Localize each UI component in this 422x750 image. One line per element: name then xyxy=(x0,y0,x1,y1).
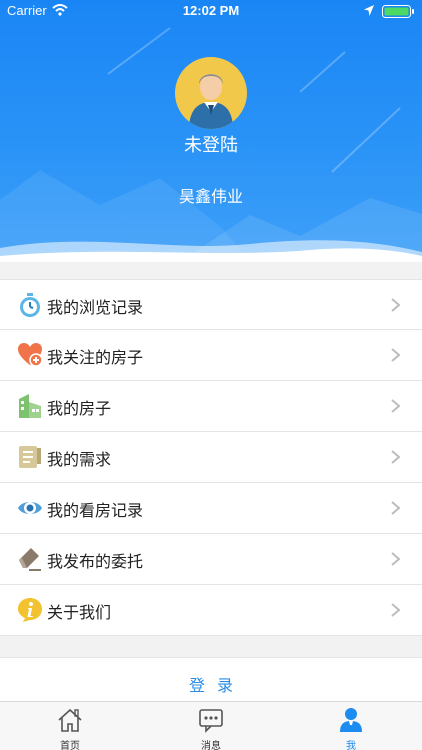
stopwatch-icon xyxy=(20,293,40,317)
profile-header: Carrier 12:02 PM 未登陆 昊鑫伟业 xyxy=(0,0,422,262)
clock: 12:02 PM xyxy=(182,3,240,18)
login-row: 登录 xyxy=(0,657,422,701)
chevron-right-icon xyxy=(391,603,400,617)
menu-item-label: 我的房子 xyxy=(47,399,112,418)
chevron-right-icon xyxy=(391,348,400,362)
avatar[interactable] xyxy=(175,57,247,129)
login-status-label[interactable]: 未登陆 xyxy=(0,131,422,157)
menu-item-my-needs[interactable]: 我的需求 xyxy=(0,432,422,483)
user-avatar-icon xyxy=(189,74,233,129)
message-icon xyxy=(199,709,223,733)
tab-label: 我 xyxy=(346,741,356,750)
menu-item-label: 关于我们 xyxy=(47,603,112,622)
menu-item-label: 我的需求 xyxy=(47,450,112,469)
menu-item-about-us[interactable]: 关于我们 xyxy=(0,585,422,636)
menu-item-label: 我的看房记录 xyxy=(47,501,144,520)
building-icon xyxy=(19,394,41,418)
person-icon xyxy=(340,708,362,732)
eraser-pencil-icon xyxy=(19,548,41,571)
login-button[interactable]: 登录 xyxy=(0,672,422,696)
tab-label: 消息 xyxy=(201,741,221,750)
tab-bar: 首页 消息 我 xyxy=(0,701,422,750)
chevron-right-icon xyxy=(391,298,400,312)
chevron-right-icon xyxy=(391,552,400,566)
menu-item-label: 我的浏览记录 xyxy=(47,298,144,317)
menu-item-label: 我关注的房子 xyxy=(47,348,144,367)
eye-icon xyxy=(18,502,42,514)
profile-menu: 我的浏览记录 我关注的房子 我的房子 我的需求 我的看房记录 我发布的委托 关于… xyxy=(0,279,422,636)
tab-label: 首页 xyxy=(60,741,80,750)
menu-item-my-commissions[interactable]: 我发布的委托 xyxy=(0,534,422,585)
menu-item-viewing-records[interactable]: 我的看房记录 xyxy=(0,483,422,534)
document-list-icon xyxy=(19,446,41,468)
home-icon xyxy=(58,708,82,732)
info-icon xyxy=(18,598,42,622)
menu-item-my-houses[interactable]: 我的房子 xyxy=(0,381,422,432)
heart-plus-icon xyxy=(18,343,43,367)
menu-item-browse-history[interactable]: 我的浏览记录 xyxy=(0,279,422,330)
chevron-right-icon xyxy=(391,450,400,464)
tab-messages[interactable]: 消息 xyxy=(161,702,261,750)
battery-icon xyxy=(382,5,414,18)
tab-me[interactable]: 我 xyxy=(301,702,401,750)
tab-home[interactable]: 首页 xyxy=(20,702,120,750)
chevron-right-icon xyxy=(391,501,400,515)
location-arrow-icon xyxy=(364,5,374,16)
status-bar: Carrier 12:02 PM xyxy=(0,0,422,22)
menu-item-label: 我发布的委托 xyxy=(47,552,144,571)
company-name: 昊鑫伟业 xyxy=(178,187,243,206)
chevron-right-icon xyxy=(391,399,400,413)
menu-item-followed-houses[interactable]: 我关注的房子 xyxy=(0,330,422,381)
